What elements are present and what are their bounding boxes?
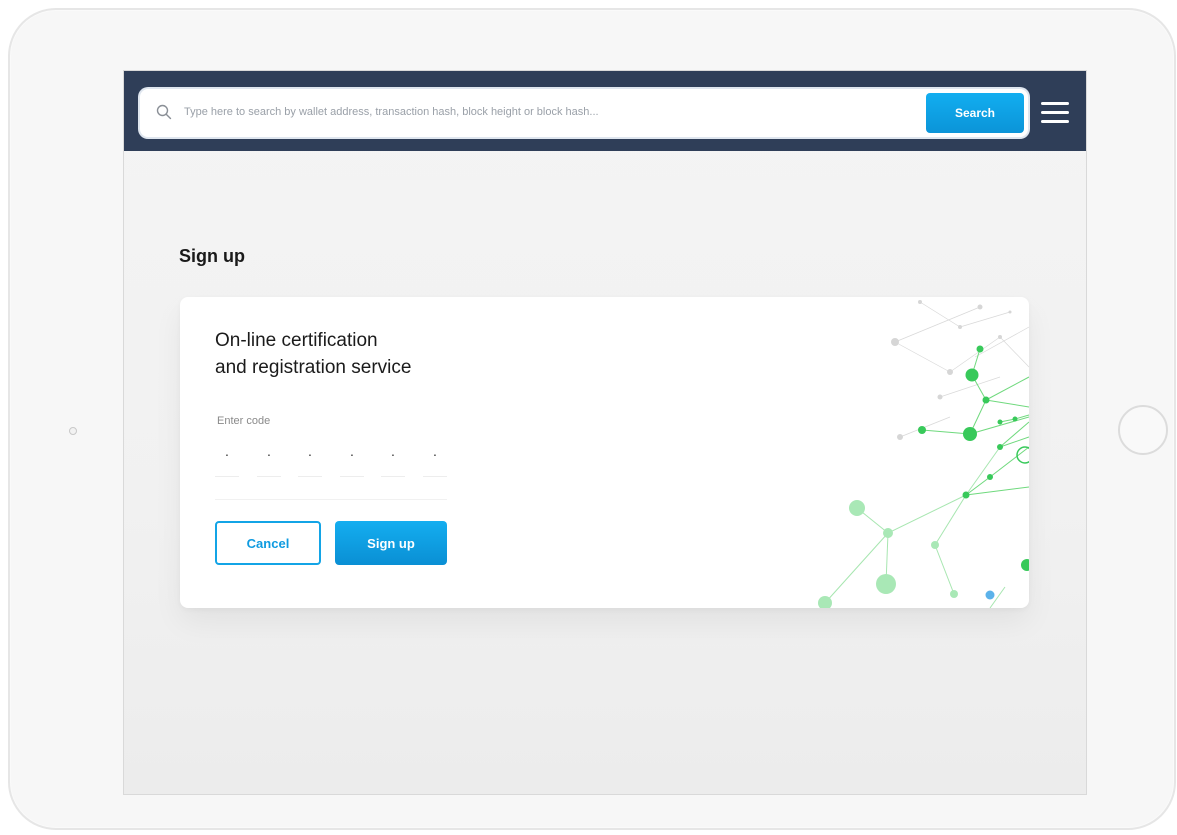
top-navigation-bar: Type here to search by wallet address, t… [124,71,1086,151]
network-graph-illustration [818,300,1029,608]
code-digit-input[interactable]: · [215,439,239,477]
form-divider [215,499,447,500]
card-title-line-2: and registration service [215,357,412,378]
screen: Type here to search by wallet address, t… [123,70,1087,795]
search-button[interactable]: Search [926,93,1024,133]
code-label: Enter code [217,415,271,427]
camera-icon [69,427,77,435]
card-title: On-line certification and registration s… [215,327,411,381]
search-icon [156,104,172,120]
code-digit-input[interactable]: · [423,439,447,477]
tablet-frame: Type here to search by wallet address, t… [8,8,1176,830]
sign-up-button[interactable]: Sign up [335,521,447,565]
code-digit-input[interactable]: · [257,439,281,477]
code-digit-input[interactable]: · [298,439,322,477]
signup-card: On-line certification and registration s… [180,297,1029,608]
code-digit-input[interactable]: · [340,439,364,477]
page-title: Sign up [179,246,245,266]
cancel-button[interactable]: Cancel [215,521,321,565]
search-input[interactable]: Type here to search by wallet address, t… [184,106,599,118]
search-box[interactable]: Type here to search by wallet address, t… [140,89,1028,137]
card-title-line-1: On-line certification [215,330,378,351]
hamburger-menu-icon[interactable] [1041,100,1071,124]
code-digit-input[interactable]: · [381,439,405,477]
home-button[interactable] [1118,405,1168,455]
